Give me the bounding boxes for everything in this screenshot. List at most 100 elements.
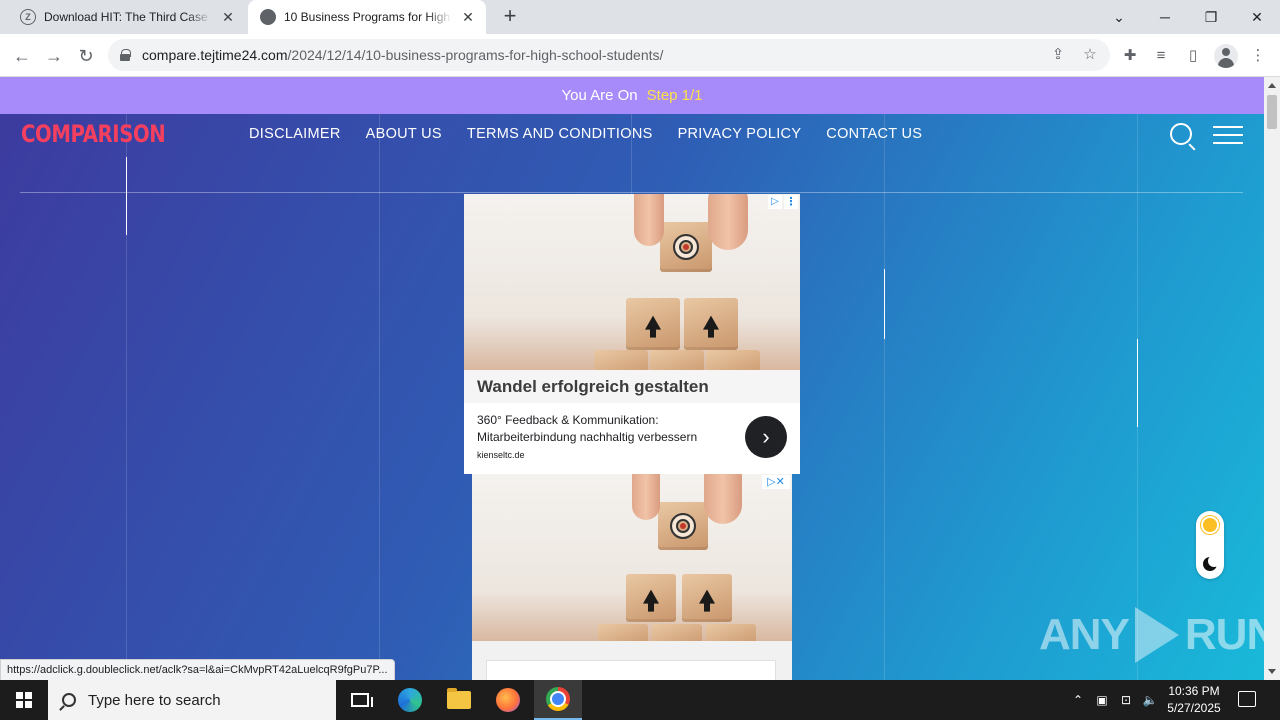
chrome-icon bbox=[546, 687, 570, 711]
chevron-right-icon[interactable]: › bbox=[745, 416, 787, 458]
forward-icon[interactable]: → bbox=[40, 42, 68, 70]
firefox-taskbar-button[interactable] bbox=[484, 680, 532, 720]
edge-icon bbox=[398, 688, 422, 712]
step-prefix: You Are On bbox=[561, 87, 638, 104]
task-view-button[interactable] bbox=[336, 680, 384, 720]
main-navigation: DISCLAIMER ABOUT US TERMS AND CONDITIONS… bbox=[249, 126, 922, 142]
windows-logo-icon bbox=[16, 692, 32, 708]
status-url-bubble: https://adclick.g.doubleclick.net/aclk?s… bbox=[0, 659, 395, 681]
taskbar-clock[interactable]: 10:36 PM 5/27/2025 bbox=[1160, 683, 1228, 717]
nav-disclaimer[interactable]: DISCLAIMER bbox=[249, 126, 341, 142]
tab-title: Download HIT: The Third Case (2 bbox=[44, 10, 212, 24]
grid-line-glow bbox=[884, 269, 885, 339]
page-scrollbar[interactable] bbox=[1264, 77, 1280, 680]
taskbar-search[interactable]: Type here to search bbox=[48, 680, 336, 720]
scroll-thumb[interactable] bbox=[1267, 95, 1277, 129]
tab-search-icon[interactable]: ⌄ bbox=[1096, 0, 1142, 34]
notification-center-icon[interactable] bbox=[1238, 691, 1256, 707]
nav-privacy-policy[interactable]: PRIVACY POLICY bbox=[678, 126, 802, 142]
moon-icon[interactable] bbox=[1203, 555, 1220, 571]
profile-avatar-icon[interactable] bbox=[1214, 44, 1238, 68]
menu-kebab-icon[interactable]: ⋮ bbox=[1248, 46, 1268, 66]
close-window-icon[interactable]: ✕ bbox=[1234, 0, 1280, 34]
finger bbox=[634, 194, 664, 246]
hamburger-menu-icon[interactable] bbox=[1213, 126, 1243, 144]
site-logo[interactable]: COMPARISON bbox=[21, 120, 166, 148]
bookmark-star-icon[interactable]: ☆ bbox=[1080, 45, 1100, 65]
wood-block bbox=[706, 624, 756, 641]
ad-image bbox=[464, 194, 800, 370]
side-panel-icon[interactable]: ▯ bbox=[1183, 46, 1203, 66]
browser-toolbar: ← → ↻ compare.tejtime24.com/2024/12/14/1… bbox=[0, 34, 1280, 77]
wood-block bbox=[706, 350, 760, 370]
step-progress-bar: You Are On Step 1/1 bbox=[0, 77, 1264, 114]
grid-line bbox=[884, 114, 885, 680]
ad-description[interactable]: 360° Feedback & Kommunikation: Mitarbeit… bbox=[477, 412, 727, 446]
back-icon[interactable]: ← bbox=[8, 42, 36, 70]
nav-about-us[interactable]: ABOUT US bbox=[366, 126, 442, 142]
close-tab-icon[interactable]: ✕ bbox=[220, 9, 236, 25]
url-host: compare.tejtime24.com bbox=[142, 47, 288, 63]
watermark-right: RUN bbox=[1184, 610, 1264, 659]
edge-taskbar-button[interactable] bbox=[386, 680, 434, 720]
share-icon[interactable]: ⇪ bbox=[1048, 45, 1068, 65]
finger bbox=[708, 194, 748, 250]
tab-business-programs[interactable]: 10 Business Programs for High S ✕ bbox=[248, 0, 486, 34]
lock-icon[interactable] bbox=[120, 49, 131, 61]
volume-icon[interactable]: 🔈 bbox=[1140, 680, 1160, 720]
scroll-down-icon[interactable] bbox=[1268, 669, 1276, 674]
web-page: You Are On Step 1/1 COMPARISON DISCLAIME… bbox=[0, 77, 1264, 680]
nav-terms-and-conditions[interactable]: TERMS AND CONDITIONS bbox=[467, 126, 653, 142]
wood-block bbox=[594, 350, 648, 370]
theme-toggle[interactable] bbox=[1196, 511, 1224, 579]
target-icon bbox=[673, 234, 699, 260]
folder-icon bbox=[447, 688, 471, 709]
wood-block bbox=[660, 222, 712, 272]
search-icon[interactable] bbox=[1170, 123, 1192, 145]
wood-block bbox=[684, 298, 738, 350]
network-icon[interactable]: ⊡ bbox=[1116, 680, 1136, 720]
chrome-taskbar-button[interactable] bbox=[534, 680, 582, 720]
nav-contact-us[interactable]: CONTACT US bbox=[826, 126, 922, 142]
ad-image bbox=[472, 474, 792, 641]
arrow-up-icon bbox=[699, 589, 715, 612]
tab-title: 10 Business Programs for High S bbox=[284, 10, 452, 24]
ad-domain[interactable]: kienseltc.de bbox=[477, 450, 525, 460]
advertisement-1[interactable]: ▷ ⋮ Wandel erfolgreich gestalten 360° Fe… bbox=[464, 194, 800, 474]
tab-download-hit[interactable]: Z Download HIT: The Third Case (2 ✕ bbox=[8, 0, 246, 34]
meet-now-icon[interactable]: ▣ bbox=[1092, 680, 1112, 720]
target-icon bbox=[670, 513, 696, 539]
finger bbox=[704, 474, 742, 524]
ad-text-box[interactable] bbox=[486, 660, 776, 680]
advertisement-2[interactable]: ▷✕ bbox=[472, 474, 792, 680]
browser-tab-strip: Z Download HIT: The Third Case (2 ✕ 10 B… bbox=[0, 0, 1280, 34]
screen: Z Download HIT: The Third Case (2 ✕ 10 B… bbox=[0, 0, 1280, 720]
arrow-up-icon bbox=[703, 315, 719, 338]
tray-chevron-up-icon[interactable]: ⌃ bbox=[1068, 680, 1088, 720]
url-path: /2024/12/14/10-business-programs-for-hig… bbox=[287, 47, 664, 63]
adchoices-icon[interactable]: ▷ bbox=[768, 195, 782, 209]
new-tab-button[interactable]: + bbox=[498, 5, 522, 29]
wood-block bbox=[598, 624, 648, 641]
clock-time: 10:36 PM bbox=[1168, 684, 1220, 698]
reload-icon[interactable]: ↻ bbox=[72, 42, 100, 70]
finger bbox=[632, 474, 660, 520]
ad-headline[interactable]: Wandel erfolgreich gestalten bbox=[477, 377, 709, 397]
clock-date: 5/27/2025 bbox=[1167, 701, 1221, 715]
start-button[interactable] bbox=[0, 680, 48, 720]
sun-icon[interactable] bbox=[1203, 518, 1217, 532]
restore-icon[interactable]: ❐ bbox=[1188, 0, 1234, 34]
address-bar[interactable]: compare.tejtime24.com/2024/12/14/10-busi… bbox=[108, 39, 1110, 71]
firefox-icon bbox=[496, 688, 520, 712]
close-tab-icon[interactable]: ✕ bbox=[460, 9, 476, 25]
explorer-taskbar-button[interactable] bbox=[435, 680, 483, 720]
extensions-icon[interactable]: ✚ bbox=[1120, 46, 1140, 66]
wood-block bbox=[650, 350, 704, 370]
ad-close-icon[interactable]: ▷✕ bbox=[762, 475, 790, 489]
ad-menu-icon[interactable]: ⋮ bbox=[784, 195, 798, 209]
media-control-icon[interactable]: ≡ bbox=[1151, 46, 1171, 66]
scroll-up-icon[interactable] bbox=[1268, 83, 1276, 88]
minimize-icon[interactable]: ─ bbox=[1142, 0, 1188, 34]
wood-block bbox=[626, 574, 676, 622]
wood-block bbox=[652, 624, 702, 641]
